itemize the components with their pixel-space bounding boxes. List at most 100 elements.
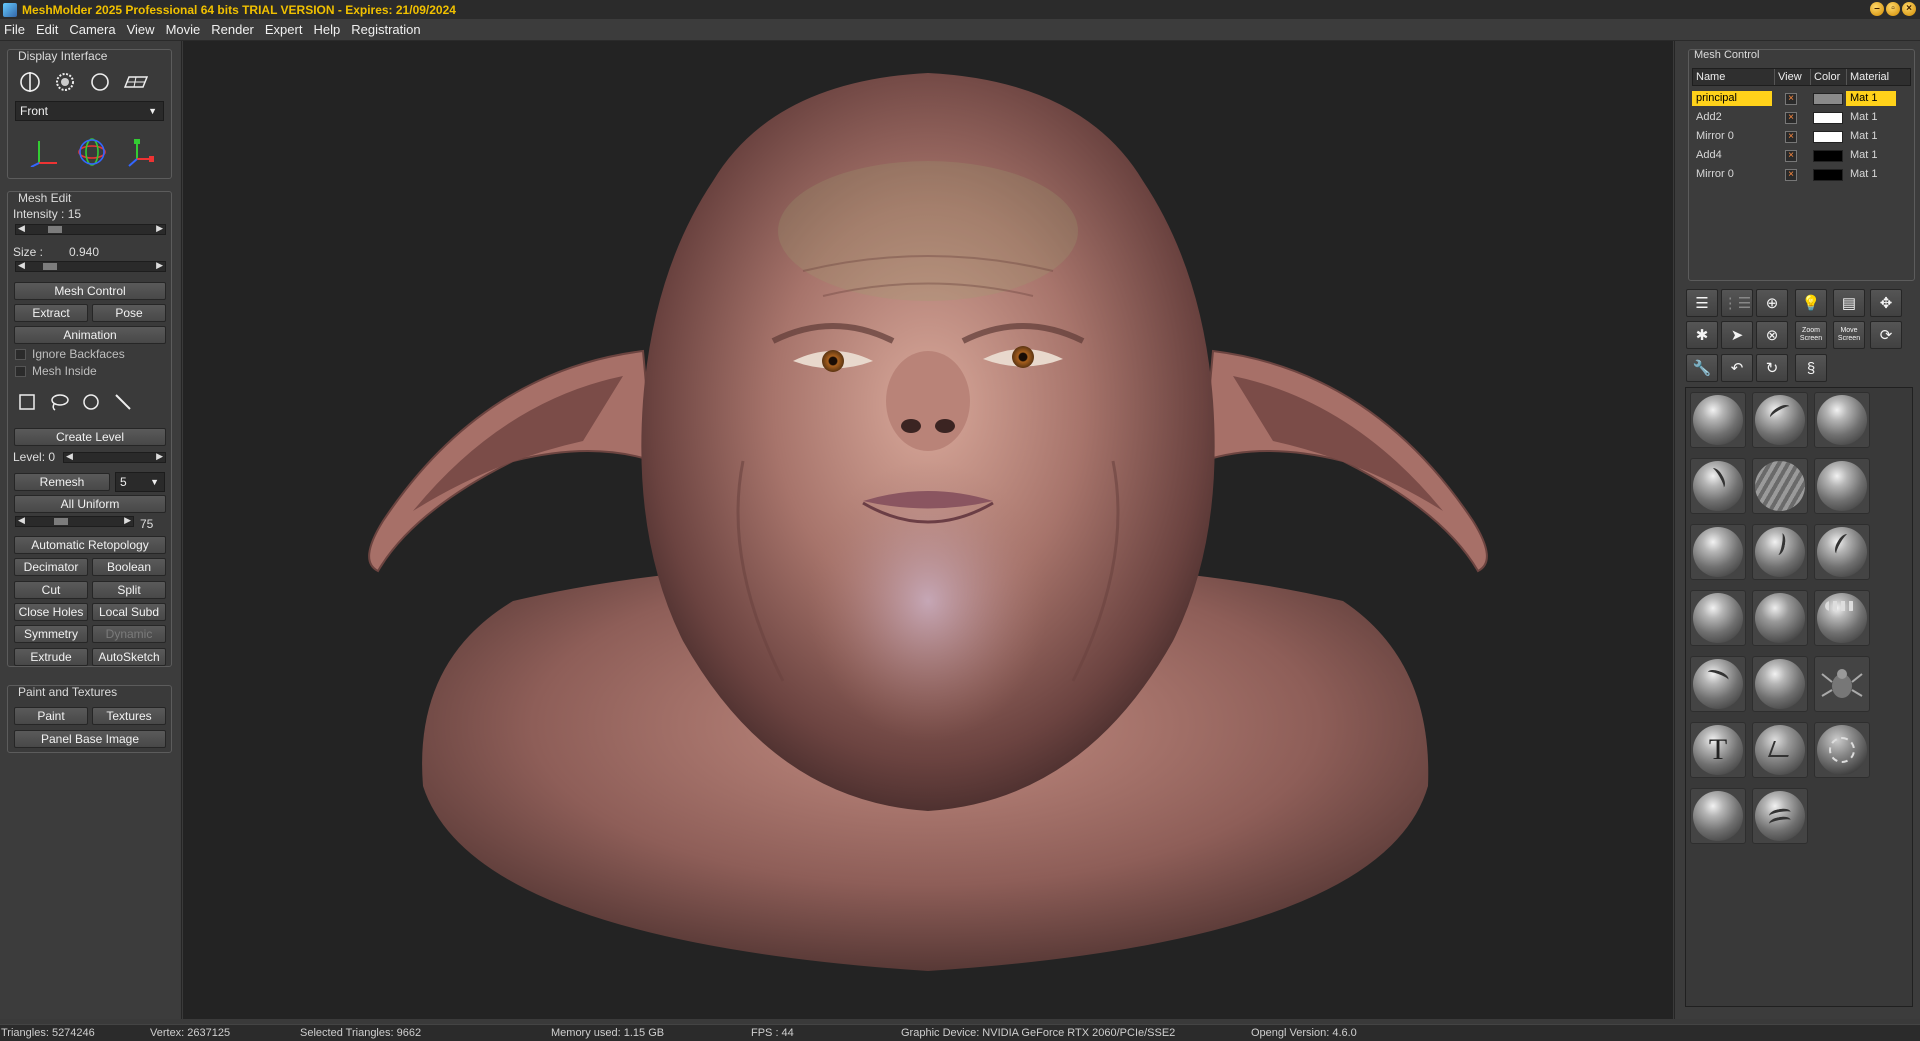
brush-pinch[interactable] <box>1690 524 1746 580</box>
column-material[interactable]: Material <box>1847 69 1910 85</box>
zoom-screen-button[interactable]: Zoom Screen <box>1795 321 1827 349</box>
mesh-control-row[interactable]: Add2 × Mat 1 <box>1692 109 1911 126</box>
mesh-material[interactable]: Mat 1 <box>1846 110 1896 125</box>
paint-button[interactable]: Paint <box>14 707 88 725</box>
decimator-button[interactable]: Decimator <box>14 558 88 576</box>
mesh-inside-checkbox[interactable] <box>15 366 26 377</box>
wireframe-sphere-icon[interactable] <box>18 70 42 94</box>
create-level-button[interactable]: Create Level <box>14 428 166 446</box>
mesh-control-row[interactable]: Add4 × Mat 1 <box>1692 147 1911 164</box>
mesh-material[interactable]: Mat 1 <box>1846 91 1896 106</box>
arrow-right-icon[interactable]: ▶ <box>156 451 163 462</box>
loop-icon[interactable]: ↻ <box>1756 354 1788 382</box>
arrow-left-icon[interactable]: ◀ <box>18 260 25 271</box>
mesh-control-button[interactable]: Mesh Control <box>14 282 166 300</box>
visibility-toggle[interactable]: × <box>1785 168 1797 181</box>
rotate-axis-icon[interactable] <box>76 136 108 168</box>
intensity-slider[interactable]: ◀ ▶ <box>15 223 166 235</box>
grid-plane-icon[interactable] <box>123 70 149 94</box>
brush-planar[interactable] <box>1752 722 1808 778</box>
puzzle-icon[interactable]: ✱ <box>1686 321 1718 349</box>
brush-polish[interactable] <box>1752 656 1808 712</box>
circle-select-icon[interactable] <box>80 391 102 413</box>
cut-button[interactable]: Cut <box>14 581 88 599</box>
remesh-level-select[interactable]: 5 ▼ <box>115 472 165 492</box>
size-slider[interactable]: ◀ ▶ <box>15 260 166 272</box>
undo-icon[interactable]: ↶ <box>1721 354 1753 382</box>
brush-insect[interactable] <box>1814 656 1870 712</box>
close-button[interactable]: × <box>1902 2 1916 16</box>
ignore-backfaces-checkbox[interactable] <box>15 349 26 360</box>
menu-expert[interactable]: Expert <box>265 22 303 37</box>
target-icon[interactable]: ⊗ <box>1756 321 1788 349</box>
column-color[interactable]: Color <box>1811 69 1847 85</box>
textures-button[interactable]: Textures <box>92 707 166 725</box>
mesh-material[interactable]: Mat 1 <box>1846 148 1896 163</box>
brush-smooth[interactable] <box>1814 392 1870 448</box>
pose-button[interactable]: Pose <box>92 304 166 322</box>
move-arrows-icon[interactable]: ✥ <box>1870 289 1902 317</box>
light-bulb-icon[interactable]: 💡 <box>1795 289 1827 317</box>
boolean-button[interactable]: Boolean <box>92 558 166 576</box>
remesh-button[interactable]: Remesh <box>14 473 110 491</box>
mesh-color-swatch[interactable] <box>1813 130 1843 143</box>
arrow-right-icon[interactable]: ▶ <box>156 223 163 234</box>
spiral-icon[interactable]: § <box>1795 354 1827 382</box>
menu-help[interactable]: Help <box>313 22 340 37</box>
brush-flatten[interactable] <box>1814 458 1870 514</box>
camera-rotate-icon[interactable]: ⟳ <box>1870 321 1902 349</box>
mesh-name[interactable]: Add4 <box>1692 148 1772 163</box>
visibility-toggle[interactable]: × <box>1785 130 1797 143</box>
menu-view[interactable]: View <box>127 22 155 37</box>
dynamic-button[interactable]: Dynamic <box>92 625 166 643</box>
brush-move[interactable] <box>1690 590 1746 646</box>
brush-crease[interactable] <box>1752 458 1808 514</box>
autosketch-button[interactable]: AutoSketch <box>92 648 166 666</box>
mesh-control-row[interactable]: Mirror 0 × Mat 1 <box>1692 128 1911 145</box>
mesh-color-swatch[interactable] <box>1813 168 1843 181</box>
menu-registration[interactable]: Registration <box>351 22 420 37</box>
brush-wave[interactable] <box>1752 788 1808 844</box>
intensity-slider-thumb[interactable] <box>48 226 62 233</box>
menu-file[interactable]: File <box>4 22 25 37</box>
mesh-color-swatch[interactable] <box>1813 111 1843 124</box>
brush-text[interactable]: T <box>1690 722 1746 778</box>
mesh-control-row[interactable]: Mirror 0 × Mat 1 <box>1692 166 1911 183</box>
move-axis-icon[interactable] <box>28 136 60 168</box>
brush-standard[interactable] <box>1690 392 1746 448</box>
mesh-color-swatch[interactable] <box>1813 92 1843 105</box>
mesh-control-row[interactable]: principal × Mat 1 <box>1692 90 1911 107</box>
brush-scrape[interactable] <box>1814 524 1870 580</box>
extrude-button[interactable]: Extrude <box>14 648 88 666</box>
wrench-icon[interactable]: 🔧 <box>1686 354 1718 382</box>
arrow-left-icon[interactable]: ◀ <box>66 451 73 462</box>
close-holes-button[interactable]: Close Holes <box>14 603 88 621</box>
split-button[interactable]: Split <box>92 581 166 599</box>
cursor-icon[interactable]: ➤ <box>1721 321 1753 349</box>
symmetry-button[interactable]: Symmetry <box>14 625 88 643</box>
menu-camera[interactable]: Camera <box>69 22 115 37</box>
automatic-retopology-button[interactable]: Automatic Retopology <box>14 536 166 554</box>
brush-stencil[interactable] <box>1814 722 1870 778</box>
arrow-right-icon[interactable]: ▶ <box>124 515 131 526</box>
brush-snake[interactable] <box>1752 524 1808 580</box>
visibility-toggle[interactable]: × <box>1785 92 1797 105</box>
minimize-button[interactable]: – <box>1870 2 1884 16</box>
menu-movie[interactable]: Movie <box>166 22 201 37</box>
column-view[interactable]: View <box>1775 69 1811 85</box>
visibility-toggle[interactable]: × <box>1785 149 1797 162</box>
textured-sphere-icon[interactable] <box>53 70 77 94</box>
lasso-select-icon[interactable] <box>48 391 70 413</box>
mesh-material[interactable]: Mat 1 <box>1846 167 1896 182</box>
uniform-slider[interactable]: ◀ ▶ <box>15 515 134 527</box>
crosshair-icon[interactable]: ⊕ <box>1756 289 1788 317</box>
line-select-icon[interactable] <box>112 391 134 413</box>
view-select[interactable]: Front ▼ <box>15 101 164 121</box>
brush-layer[interactable] <box>1690 656 1746 712</box>
list-icon[interactable]: ☰ <box>1686 289 1718 317</box>
arrow-left-icon[interactable]: ◀ <box>18 515 25 526</box>
menu-render[interactable]: Render <box>211 22 254 37</box>
column-name[interactable]: Name <box>1693 69 1775 85</box>
brush-pen[interactable] <box>1690 788 1746 844</box>
mesh-name[interactable]: Add2 <box>1692 110 1772 125</box>
